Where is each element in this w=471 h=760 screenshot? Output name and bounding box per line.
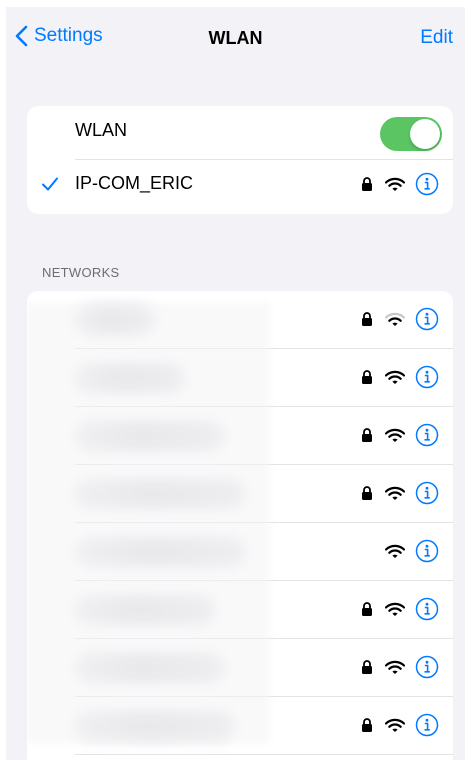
info-icon[interactable] bbox=[415, 481, 439, 505]
blurred-network-name bbox=[75, 653, 225, 683]
wlan-settings-screen: Settings WLAN Edit WLAN IP-COM_ERIC NETW… bbox=[6, 7, 465, 760]
networks-list bbox=[27, 291, 453, 760]
network-row[interactable] bbox=[27, 523, 453, 581]
network-icons bbox=[385, 539, 439, 563]
wlan-toggle-switch[interactable] bbox=[380, 117, 442, 151]
network-icons bbox=[361, 423, 439, 447]
blurred-network-name bbox=[75, 537, 245, 567]
blurred-network-name bbox=[75, 421, 225, 451]
edit-button[interactable]: Edit bbox=[420, 27, 453, 49]
wifi-icon bbox=[385, 177, 405, 191]
wifi-icon bbox=[385, 660, 405, 674]
wifi-icon bbox=[385, 718, 405, 732]
wlan-toggle-row: WLAN bbox=[27, 106, 453, 160]
blurred-network-name bbox=[75, 479, 245, 509]
info-icon[interactable] bbox=[415, 655, 439, 679]
network-row[interactable] bbox=[27, 697, 453, 755]
network-icons bbox=[361, 365, 439, 389]
blurred-network-name bbox=[75, 711, 235, 741]
info-icon[interactable] bbox=[415, 365, 439, 389]
navigation-bar: Settings WLAN Edit bbox=[6, 7, 465, 71]
lock-icon bbox=[362, 312, 372, 326]
connected-network-name: IP-COM_ERIC bbox=[75, 173, 194, 193]
network-icons bbox=[361, 307, 439, 331]
lock-icon bbox=[362, 602, 372, 616]
wlan-group: WLAN IP-COM_ERIC bbox=[27, 106, 453, 214]
lock-icon bbox=[362, 177, 372, 191]
network-row[interactable] bbox=[27, 639, 453, 697]
network-icons bbox=[361, 655, 439, 679]
info-icon[interactable] bbox=[415, 172, 439, 196]
chevron-left-icon bbox=[15, 25, 28, 47]
network-row[interactable] bbox=[27, 349, 453, 407]
blurred-network-name bbox=[75, 595, 215, 625]
lock-icon bbox=[362, 660, 372, 674]
lock-icon bbox=[362, 486, 372, 500]
wifi-icon bbox=[385, 602, 405, 616]
back-button[interactable]: Settings bbox=[15, 25, 103, 47]
connected-network-row[interactable]: IP-COM_ERIC bbox=[27, 160, 453, 214]
lock-icon bbox=[362, 718, 372, 732]
blurred-network-name bbox=[75, 363, 185, 393]
wifi-icon bbox=[385, 486, 405, 500]
info-icon[interactable] bbox=[415, 597, 439, 621]
network-row[interactable] bbox=[27, 465, 453, 523]
network-icons bbox=[361, 713, 439, 737]
back-button-label: Settings bbox=[34, 25, 103, 46]
network-icons bbox=[361, 481, 439, 505]
network-row[interactable] bbox=[27, 581, 453, 639]
checkmark-icon bbox=[42, 177, 58, 191]
blurred-network-name bbox=[75, 305, 155, 335]
wifi-icon bbox=[385, 312, 405, 326]
network-icons bbox=[361, 597, 439, 621]
toggle-knob bbox=[410, 119, 440, 149]
lock-icon bbox=[362, 370, 372, 384]
wifi-icon bbox=[385, 428, 405, 442]
connected-network-icons bbox=[361, 172, 439, 196]
wlan-toggle-label: WLAN bbox=[75, 120, 128, 140]
network-row[interactable] bbox=[27, 407, 453, 465]
info-icon[interactable] bbox=[415, 713, 439, 737]
wifi-icon bbox=[385, 544, 405, 558]
wifi-icon bbox=[385, 370, 405, 384]
lock-icon bbox=[362, 428, 372, 442]
network-row[interactable] bbox=[27, 291, 453, 349]
info-icon[interactable] bbox=[415, 423, 439, 447]
networks-section-header: NETWORKS bbox=[42, 265, 120, 280]
info-icon[interactable] bbox=[415, 307, 439, 331]
info-icon[interactable] bbox=[415, 539, 439, 563]
